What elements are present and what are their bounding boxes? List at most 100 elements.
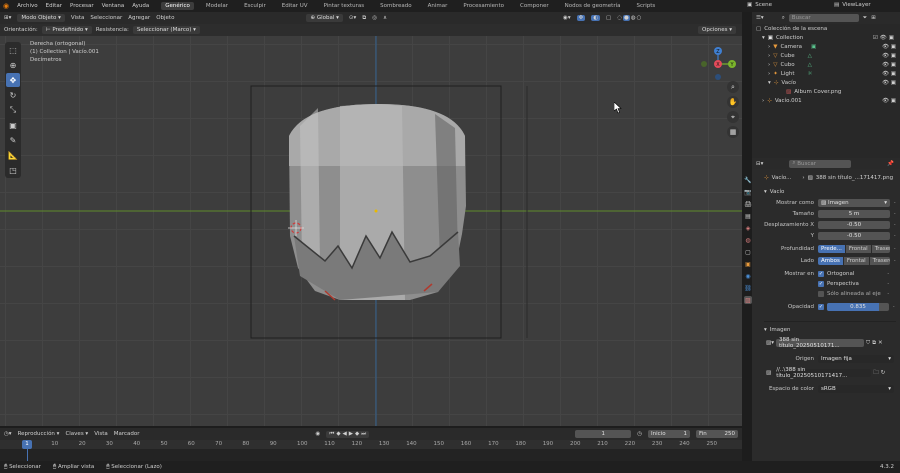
- drag-dropdown[interactable]: Seleccionar (Marco) ▾: [132, 26, 200, 34]
- tab-procesamiento[interactable]: Procesamiento: [459, 2, 508, 10]
- collapse-arrow-icon[interactable]: ›: [768, 44, 770, 50]
- wireframe-shading-icon[interactable]: ◌: [617, 15, 622, 21]
- gizmo-toggle-icon[interactable]: ✥: [576, 15, 586, 21]
- view-layer-tab-icon[interactable]: ▤: [744, 212, 752, 220]
- display-as-dropdown[interactable]: ▨ Imagen ▾: [818, 198, 890, 207]
- expand-arrow-icon[interactable]: ▾: [768, 80, 771, 86]
- world-tab-icon[interactable]: ◍: [744, 236, 752, 244]
- xray-icon[interactable]: ▢: [606, 15, 611, 21]
- tab-editar-uv[interactable]: Editar UV: [278, 2, 312, 10]
- properties-search-input[interactable]: ⌕ Buscar: [789, 159, 852, 168]
- show-aligned-checkbox[interactable]: Sólo alineada al eje: [818, 291, 881, 297]
- tab-esculpir[interactable]: Esculpir: [240, 2, 270, 10]
- size-field[interactable]: 5 m: [818, 209, 890, 218]
- transform-tool-icon[interactable]: ▣: [6, 118, 20, 132]
- tab-pintar-texturas[interactable]: Pintar texturas: [320, 2, 369, 10]
- physics-tab-icon[interactable]: ◉: [744, 272, 752, 280]
- cube-visibility-icons[interactable]: 👁 ▣: [882, 53, 896, 59]
- panel-header-imagen[interactable]: ▾ Imagen: [752, 324, 900, 335]
- current-frame-field[interactable]: 1: [575, 430, 632, 438]
- menu-ventana[interactable]: Ventana: [102, 3, 125, 9]
- jump-start-icon[interactable]: ⏮: [329, 431, 334, 438]
- overlay-toggle-icon[interactable]: ◐: [591, 15, 601, 21]
- menu-procesar[interactable]: Procesar: [70, 3, 94, 9]
- prev-keyframe-icon[interactable]: ◆: [336, 431, 340, 437]
- 3d-viewport[interactable]: Derecha (ortogonal) (1) Collection | Vac…: [0, 36, 742, 426]
- scene-selector[interactable]: ▣ Scene: [747, 2, 772, 8]
- depth-back-option[interactable]: Trasera: [871, 245, 890, 253]
- decorator-dot-icon[interactable]: ·: [894, 222, 896, 228]
- panel-header-vacio[interactable]: ▾ Vacío: [752, 186, 900, 197]
- show-orthographic-checkbox[interactable]: ✓ Ortogonal: [818, 271, 854, 277]
- outliner-item-vacio[interactable]: ▾ ⊹ Vacío 👁 ▣: [752, 78, 900, 87]
- unlink-image-icon[interactable]: ✕: [878, 340, 883, 346]
- menu-vista-timeline[interactable]: Vista: [94, 431, 108, 437]
- collapse-arrow-icon[interactable]: ›: [768, 71, 770, 77]
- end-frame-field[interactable]: Fin 250: [696, 430, 739, 438]
- outliner-filter-icon[interactable]: ⌕: [782, 15, 785, 22]
- cursor-tool-icon[interactable]: ⊕: [6, 58, 20, 72]
- mode-dropdown[interactable]: Modo Objeto ▾: [17, 14, 65, 22]
- decorator-dot-icon[interactable]: ·: [894, 258, 896, 264]
- offset-y-field[interactable]: -0.50: [818, 231, 890, 240]
- output-tab-icon[interactable]: 🖨: [744, 200, 752, 208]
- zoom-icon[interactable]: ⌕: [727, 81, 739, 93]
- tab-componer[interactable]: Componer: [516, 2, 553, 10]
- reload-icon[interactable]: ↻: [881, 370, 886, 376]
- cubo-visibility-icons[interactable]: 👁 ▣: [882, 62, 896, 68]
- decorator-dot-icon[interactable]: ·: [893, 304, 895, 310]
- menu-ayuda[interactable]: Ayuda: [132, 3, 149, 9]
- menu-seleccionar[interactable]: Seleccionar: [90, 15, 122, 21]
- scale-tool-icon[interactable]: ⤡: [6, 103, 20, 117]
- proportional-edit-icon[interactable]: ◎: [372, 15, 377, 21]
- outliner-item-light[interactable]: › ✦ Light ☼ 👁 ▣: [752, 69, 900, 78]
- menu-objeto[interactable]: Objeto: [156, 15, 174, 21]
- move-tool-icon[interactable]: ✥: [6, 73, 20, 87]
- scene-tab-icon[interactable]: ◈: [744, 224, 752, 232]
- vacio-visibility-icons[interactable]: 👁 ▣: [882, 80, 896, 86]
- object-tab-icon[interactable]: ▣: [744, 260, 752, 268]
- collection-tab-icon[interactable]: ▢: [744, 248, 752, 256]
- tab-animar[interactable]: Animar: [424, 2, 452, 10]
- image-data-tab-icon[interactable]: ▨: [744, 296, 752, 304]
- tab-generico[interactable]: Genérico: [161, 2, 194, 10]
- play-icon[interactable]: ▶: [349, 431, 353, 437]
- decorator-dot-icon[interactable]: ·: [887, 271, 889, 277]
- outliner-item-collection[interactable]: ▾ ▣ Collection ☑👁▣: [752, 33, 900, 42]
- offset-x-field[interactable]: -0.50: [818, 220, 890, 229]
- collapse-arrow-icon[interactable]: ›: [768, 53, 770, 59]
- options-dropdown[interactable]: Opciones ▾: [698, 26, 736, 34]
- outliner-editor-icon[interactable]: ☰▾: [756, 15, 764, 21]
- menu-editar[interactable]: Editar: [46, 3, 62, 9]
- menu-vista[interactable]: Vista: [71, 15, 85, 21]
- menu-claves[interactable]: Claves ▾: [65, 431, 88, 437]
- collapse-arrow-icon[interactable]: ›: [762, 98, 764, 104]
- pan-hand-icon[interactable]: ✋: [727, 96, 739, 108]
- select-box-tool-icon[interactable]: ⬚: [6, 43, 20, 57]
- outliner-item-cubo[interactable]: › ▽ Cubo △ 👁 ▣: [752, 60, 900, 69]
- rotate-tool-icon[interactable]: ↻: [6, 88, 20, 102]
- navigation-gizmo[interactable]: Z Y X: [700, 46, 736, 82]
- next-keyframe-icon[interactable]: ◆: [355, 431, 359, 437]
- image-browse-icon[interactable]: ▨▾: [766, 340, 774, 346]
- side-front-option[interactable]: Frontal: [843, 257, 870, 265]
- opacity-enable-checkbox[interactable]: ✓: [818, 304, 824, 310]
- show-perspective-checkbox[interactable]: ✓ Perspectiva: [818, 281, 859, 287]
- timeline-editor-icon[interactable]: ◷▾: [4, 431, 12, 437]
- menu-agregar[interactable]: Agregar: [128, 15, 150, 21]
- preview-range-icon[interactable]: ◷: [637, 431, 642, 437]
- jump-end-icon[interactable]: ⏭: [361, 431, 366, 438]
- menu-marcador[interactable]: Marcador: [114, 431, 140, 437]
- side-back-option[interactable]: Trasero: [869, 257, 890, 265]
- outliner-scene-collection[interactable]: ▢ Colección de la escena: [752, 24, 900, 33]
- decorator-dot-icon[interactable]: ·: [894, 211, 896, 217]
- render-tab-icon[interactable]: 📷: [744, 188, 752, 196]
- opacity-slider[interactable]: 0.835: [827, 303, 889, 311]
- annotate-tool-icon[interactable]: ✎: [6, 133, 20, 147]
- light-visibility-icons[interactable]: 👁 ▣: [882, 71, 896, 77]
- ortho-grid-icon[interactable]: ▦: [727, 126, 739, 138]
- image-name-field[interactable]: 388 sin título_20250510171...: [775, 337, 864, 349]
- tab-nodos-geometria[interactable]: Nodos de geometría: [561, 2, 625, 10]
- viewlayer-selector[interactable]: ▤ ViewLayer: [834, 2, 871, 8]
- vacio-001-visibility-icons[interactable]: 👁 ▣: [882, 98, 896, 104]
